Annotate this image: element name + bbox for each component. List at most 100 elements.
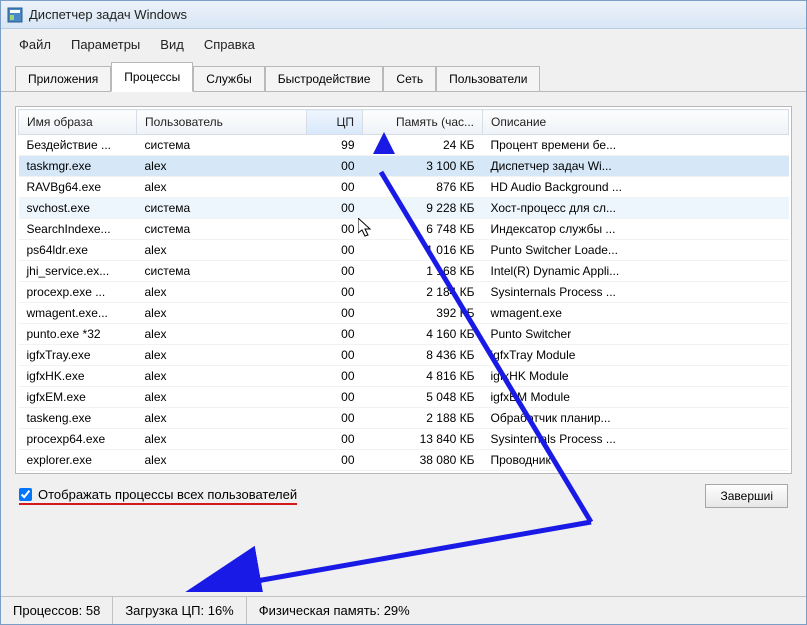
cell-name: punto.exe *32 <box>19 324 137 345</box>
col-header-user[interactable]: Пользователь <box>137 110 307 135</box>
cell-memory: 3 100 КБ <box>363 156 483 177</box>
cell-user: система <box>137 198 307 219</box>
cell-description: Punto Switcher <box>483 324 789 345</box>
table-row[interactable]: Бездействие ...система9924 КБПроцент вре… <box>19 135 789 156</box>
menu-view[interactable]: Вид <box>150 33 194 56</box>
col-header-description[interactable]: Описание <box>483 110 789 135</box>
tab-users[interactable]: Пользователи <box>436 66 540 92</box>
show-all-users-label: Отображать процессы всех пользователей <box>38 487 297 502</box>
mouse-cursor-icon <box>358 218 374 238</box>
cell-memory: 5 048 КБ <box>363 387 483 408</box>
status-memory: Физическая память: 29% <box>247 597 806 624</box>
cell-name: igfxEM.exe <box>19 387 137 408</box>
menubar: Файл Параметры Вид Справка <box>1 29 806 62</box>
tab-network[interactable]: Сеть <box>383 66 436 92</box>
statusbar: Процессов: 58 Загрузка ЦП: 16% Физическа… <box>1 596 806 624</box>
task-manager-window: Диспетчер задач Windows Файл Параметры В… <box>0 0 807 625</box>
menu-help[interactable]: Справка <box>194 33 265 56</box>
cell-memory: 9 228 КБ <box>363 198 483 219</box>
cell-description: wmagent.exe <box>483 303 789 324</box>
cell-cpu: 00 <box>307 156 363 177</box>
table-row[interactable]: procexp64.exealex0013 840 КБSysinternals… <box>19 429 789 450</box>
window-title: Диспетчер задач Windows <box>29 7 187 22</box>
col-header-memory[interactable]: Память (час... <box>363 110 483 135</box>
cell-description: Punto Switcher Loade... <box>483 240 789 261</box>
cell-user: alex <box>137 240 307 261</box>
cell-name: jhi_service.ex... <box>19 261 137 282</box>
tab-applications[interactable]: Приложения <box>15 66 111 92</box>
tab-processes[interactable]: Процессы <box>111 62 193 92</box>
table-row[interactable]: taskmgr.exealex003 100 КБДиспетчер задач… <box>19 156 789 177</box>
cell-cpu: 00 <box>307 261 363 282</box>
tab-content: Имя образа Пользователь ЦП Память (час..… <box>1 92 806 596</box>
cell-user: система <box>137 261 307 282</box>
cell-cpu: 00 <box>307 429 363 450</box>
show-all-users-input[interactable] <box>19 488 32 501</box>
cell-cpu: 99 <box>307 135 363 156</box>
cell-description: igfxEM Module <box>483 387 789 408</box>
cell-name: svchost.exe <box>19 198 137 219</box>
cell-name: RAVBg64.exe <box>19 177 137 198</box>
cell-description: Проводник <box>483 450 789 471</box>
cell-user: alex <box>137 366 307 387</box>
app-icon <box>7 7 23 23</box>
cell-description: Индексатор службы ... <box>483 219 789 240</box>
cell-name: procexp64.exe <box>19 429 137 450</box>
cell-memory: 4 160 КБ <box>363 324 483 345</box>
table-row[interactable]: taskeng.exealex002 188 КБОбработчик план… <box>19 408 789 429</box>
cell-user: alex <box>137 156 307 177</box>
cell-memory: 1 016 КБ <box>363 240 483 261</box>
cell-name: procexp.exe ... <box>19 282 137 303</box>
titlebar[interactable]: Диспетчер задач Windows <box>1 1 806 29</box>
show-all-users-checkbox[interactable]: Отображать процессы всех пользователей <box>19 487 297 505</box>
cell-cpu: 00 <box>307 387 363 408</box>
cell-memory: 2 188 КБ <box>363 408 483 429</box>
cell-cpu: 00 <box>307 450 363 471</box>
table-row[interactable]: svchost.exeсистема009 228 КБХост-процесс… <box>19 198 789 219</box>
table-row[interactable]: punto.exe *32alex004 160 КБPunto Switche… <box>19 324 789 345</box>
cell-user: alex <box>137 450 307 471</box>
cell-user: alex <box>137 282 307 303</box>
tab-performance[interactable]: Быстродействие <box>265 66 384 92</box>
cell-memory: 13 840 КБ <box>363 429 483 450</box>
table-row[interactable]: ps64ldr.exealex001 016 КБPunto Switcher … <box>19 240 789 261</box>
cell-description: Sysinternals Process ... <box>483 282 789 303</box>
cell-memory: 392 КБ <box>363 303 483 324</box>
cell-cpu: 00 <box>307 177 363 198</box>
cell-cpu: 00 <box>307 198 363 219</box>
status-cpu: Загрузка ЦП: 16% <box>113 597 246 624</box>
table-row[interactable]: RAVBg64.exealex00876 КБHD Audio Backgrou… <box>19 177 789 198</box>
cell-cpu: 00 <box>307 240 363 261</box>
cell-memory: 38 080 КБ <box>363 450 483 471</box>
cell-description: igfxTray Module <box>483 345 789 366</box>
table-row[interactable]: SearchIndexe...система006 748 КБИндексат… <box>19 219 789 240</box>
cell-user: система <box>137 135 307 156</box>
cell-name: igfxHK.exe <box>19 366 137 387</box>
table-row[interactable]: igfxHK.exealex004 816 КБigfxHK Module <box>19 366 789 387</box>
cell-name: ps64ldr.exe <box>19 240 137 261</box>
cell-memory: 1 168 КБ <box>363 261 483 282</box>
table-row[interactable]: igfxEM.exealex005 048 КБigfxEM Module <box>19 387 789 408</box>
menu-params[interactable]: Параметры <box>61 33 150 56</box>
table-row[interactable]: procexp.exe ...alex002 184 КБSysinternal… <box>19 282 789 303</box>
cell-user: alex <box>137 177 307 198</box>
cell-memory: 8 436 КБ <box>363 345 483 366</box>
tab-services[interactable]: Службы <box>193 66 264 92</box>
cell-name: taskeng.exe <box>19 408 137 429</box>
table-row[interactable]: igfxTray.exealex008 436 КБigfxTray Modul… <box>19 345 789 366</box>
cell-user: alex <box>137 303 307 324</box>
table-row[interactable]: wmagent.exe...alex00392 КБwmagent.exe <box>19 303 789 324</box>
cell-name: taskmgr.exe <box>19 156 137 177</box>
table-row[interactable]: jhi_service.ex...система001 168 КБIntel(… <box>19 261 789 282</box>
cell-user: alex <box>137 408 307 429</box>
menu-file[interactable]: Файл <box>9 33 61 56</box>
status-processes: Процессов: 58 <box>1 597 113 624</box>
col-header-cpu[interactable]: ЦП <box>307 110 363 135</box>
cell-memory: 4 816 КБ <box>363 366 483 387</box>
table-row[interactable]: explorer.exealex0038 080 КБПроводник <box>19 450 789 471</box>
cell-description: Обработчик планир... <box>483 408 789 429</box>
cell-description: Процент времени бе... <box>483 135 789 156</box>
table-header-row: Имя образа Пользователь ЦП Память (час..… <box>19 110 789 135</box>
end-process-button[interactable]: Завершиі <box>705 484 788 508</box>
col-header-name[interactable]: Имя образа <box>19 110 137 135</box>
